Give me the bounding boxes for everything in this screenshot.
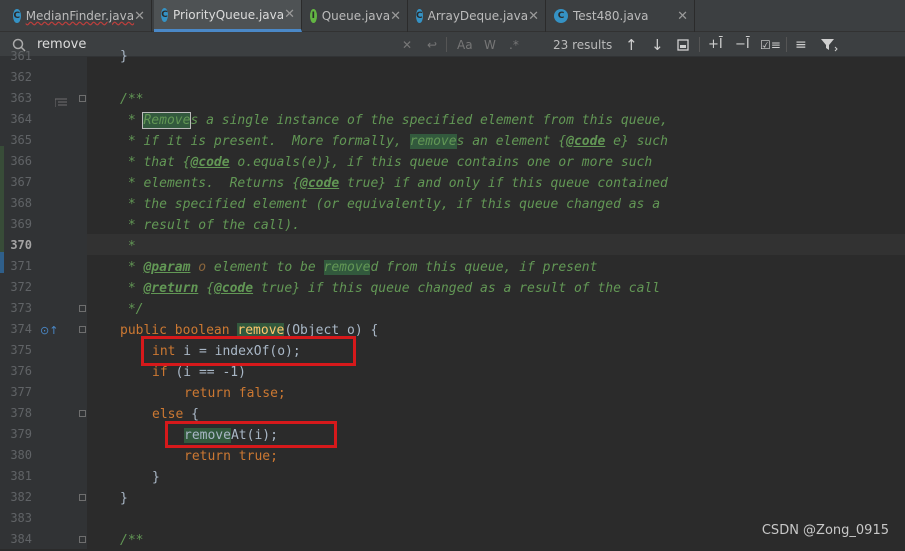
regex-toggle[interactable]: .* (509, 32, 519, 57)
remove-occurrence-icon[interactable]: −Ī (735, 32, 750, 57)
results-count: 23 results (553, 37, 613, 52)
code-line: * result of the call). (120, 218, 301, 233)
line-number[interactable]: 361 (0, 46, 32, 67)
separator (786, 37, 787, 52)
tab-label: Queue.java (321, 9, 391, 23)
code-line: } (120, 49, 128, 64)
match-case-toggle[interactable]: Aa (457, 32, 473, 57)
search-match: remove (409, 134, 457, 149)
fold-marker-icon[interactable] (79, 536, 86, 543)
line-number[interactable]: 372 (0, 277, 32, 298)
code-line: * the specified element (or equivalently… (120, 197, 661, 212)
line-number[interactable]: 368 (0, 193, 32, 214)
tab-test480[interactable]: C Test480.java ✕ (547, 0, 695, 32)
line-number[interactable]: 377 (0, 382, 32, 403)
line-number[interactable]: 364 (0, 109, 32, 130)
interface-icon: I (310, 9, 317, 23)
select-all-occurrences-icon[interactable] (677, 32, 689, 57)
close-icon[interactable]: ✕ (528, 9, 539, 24)
line-number[interactable]: 380 (0, 445, 32, 466)
class-icon: C (13, 9, 21, 23)
fold-marker-icon[interactable] (79, 95, 86, 102)
class-icon: C (554, 9, 568, 23)
line-number[interactable]: 375 (0, 340, 32, 361)
find-bar: remove ✕ ↩ Aa W .* 23 results ↑ ↓ +Ī −Ī … (0, 32, 905, 57)
line-number[interactable]: 376 (0, 361, 32, 382)
annotation-box (165, 421, 337, 448)
tab-medianfinder[interactable]: C MedianFinder.java ✕ (6, 0, 152, 32)
line-number[interactable]: 366 (0, 151, 32, 172)
rendered-doc-icon[interactable] (54, 93, 67, 112)
line-number[interactable]: 381 (0, 466, 32, 487)
editor-tab-bar: C MedianFinder.java ✕ C PriorityQueue.ja… (0, 0, 905, 32)
context-icon[interactable]: ≡ (795, 32, 807, 57)
implements-method-icon[interactable]: ⊙↑ (40, 324, 58, 337)
tab-label: Test480.java (573, 9, 649, 23)
line-number[interactable]: 374 (0, 319, 32, 340)
line-number[interactable]: 379 (0, 424, 32, 445)
line-number[interactable]: 378 (0, 403, 32, 424)
line-number[interactable]: 362 (0, 67, 32, 88)
tab-label: ArrayDeque.java (427, 9, 529, 23)
code-line: return false; (184, 386, 286, 401)
line-number[interactable]: 370 (0, 235, 32, 256)
code-line: * elements. Returns {@code true} if and … (120, 176, 668, 191)
tab-label: MedianFinder.java (25, 9, 135, 23)
new-line-icon[interactable]: ↩ (427, 32, 437, 57)
tab-label: PriorityQueue.java (173, 7, 285, 22)
annotation-box (141, 336, 356, 366)
code-line: /** (120, 533, 144, 548)
line-number[interactable]: 371 (0, 256, 32, 277)
tab-arraydeque[interactable]: C ArrayDeque.java ✕ (409, 0, 546, 32)
code-line: return true; (184, 449, 278, 464)
fold-marker-icon[interactable] (79, 494, 86, 501)
code-line: * that {@code o.equals(e)}, if this queu… (120, 155, 653, 170)
close-icon[interactable]: ✕ (134, 9, 145, 24)
tab-priorityqueue[interactable]: C PriorityQueue.java ✕ (154, 0, 302, 32)
class-icon: C (416, 9, 423, 23)
close-icon[interactable]: ✕ (284, 7, 295, 22)
close-icon[interactable]: ✕ (390, 9, 401, 24)
line-number[interactable]: 369 (0, 214, 32, 235)
code-line: * @return {@code true} if this queue cha… (120, 281, 661, 296)
search-match-current: Remove (142, 112, 192, 129)
code-line: * @param o element to be removed from th… (120, 260, 598, 275)
code-line: * (120, 239, 136, 254)
line-number[interactable]: 384 (0, 529, 32, 550)
code-editor[interactable]: } /** * Removes a single instance of the… (88, 49, 905, 549)
code-line: * if it is present. More formally, remov… (120, 134, 668, 149)
class-icon: C (161, 7, 168, 22)
fold-marker-icon[interactable] (79, 305, 86, 312)
line-number[interactable]: 373 (0, 298, 32, 319)
line-number[interactable]: 367 (0, 172, 32, 193)
tab-queue[interactable]: I Queue.java ✕ (303, 0, 408, 32)
next-occurrence-icon[interactable]: ↓ (651, 32, 664, 57)
code-line: */ (120, 302, 144, 317)
line-number[interactable]: 365 (0, 130, 32, 151)
add-occurrence-icon[interactable]: +Ī (708, 32, 723, 57)
clear-search-icon[interactable]: ✕ (402, 32, 412, 57)
code-line: } (152, 470, 160, 485)
select-all-icon[interactable]: ☑≡ (760, 32, 781, 57)
filter-icon[interactable] (820, 32, 838, 57)
code-line: } (120, 491, 128, 506)
watermark: CSDN @Zong_0915 (761, 523, 889, 538)
previous-occurrence-icon[interactable]: ↑ (625, 32, 638, 57)
fold-marker-icon[interactable] (79, 410, 86, 417)
separator (446, 37, 447, 52)
words-toggle[interactable]: W (484, 32, 496, 57)
line-number[interactable]: 363 (0, 88, 32, 109)
search-match: remove (323, 260, 371, 275)
separator (699, 37, 700, 52)
line-number[interactable]: 383 (0, 508, 32, 529)
line-number[interactable]: 382 (0, 487, 32, 508)
fold-marker-icon[interactable] (79, 326, 86, 333)
code-line: * Removes a single instance of the speci… (120, 112, 668, 129)
search-input[interactable]: remove (37, 32, 86, 57)
close-icon[interactable]: ✕ (677, 9, 688, 24)
code-line: /** (120, 92, 144, 107)
